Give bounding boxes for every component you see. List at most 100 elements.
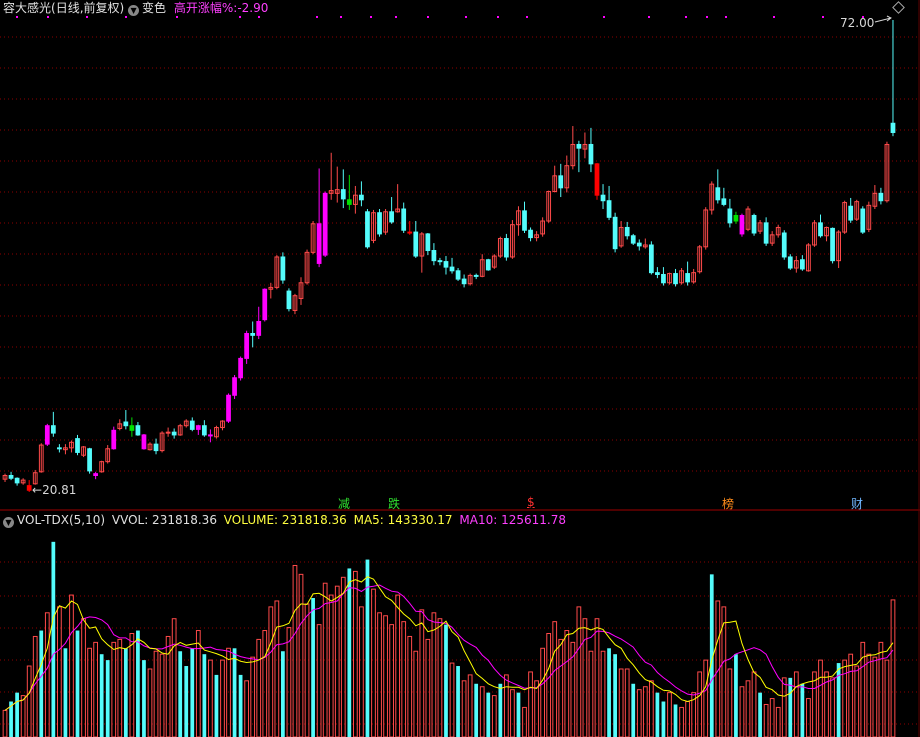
candle-body [606, 200, 612, 218]
candle-body [727, 208, 733, 224]
volume-bar [745, 680, 751, 737]
volume-bar [631, 683, 636, 737]
volume-bar [479, 686, 485, 737]
event-marker-list[interactable]: 榜 [722, 495, 734, 512]
candle-body [781, 232, 787, 258]
period-label: (日线,前复权) [51, 1, 125, 15]
volume-bar [564, 630, 570, 737]
signal-dot [773, 16, 775, 18]
volume-bar [763, 703, 769, 737]
volume-bar [498, 683, 503, 737]
volume-bar [208, 659, 213, 737]
volume-bar [195, 630, 201, 737]
candle-body [75, 438, 80, 453]
volume-bar [534, 680, 539, 737]
candle-body [171, 431, 177, 436]
signal-dot [176, 16, 178, 18]
candle-body [153, 443, 159, 452]
candle-body [141, 434, 147, 450]
candle-body [473, 274, 479, 277]
candle-body [238, 357, 243, 379]
volume-bar [81, 618, 86, 737]
candle-body [226, 394, 231, 422]
candle-body [799, 259, 805, 270]
signal-dot [526, 16, 528, 18]
volume-bar [268, 606, 274, 737]
event-marker-dollar[interactable]: $ [527, 495, 535, 509]
volume-bar [679, 706, 684, 737]
volume-bar [800, 683, 805, 737]
signal-dot [16, 16, 18, 18]
volume-bar [751, 671, 757, 737]
ma5-value: MA5: 143330.17 [353, 513, 453, 527]
candle-body [787, 256, 793, 269]
volume-bar [111, 641, 117, 737]
signal-dot [340, 16, 342, 18]
dropdown-icon[interactable]: ▼ [128, 5, 140, 16]
volume-bar [419, 609, 425, 737]
volume-header: ▼ VOL-TDX(5,10) VVOL: 231818.36 VOLUME: 2… [3, 513, 566, 528]
volume-bar [793, 671, 799, 737]
volume-bar [371, 588, 376, 737]
volume-bar [739, 686, 745, 737]
candle-body [733, 214, 739, 222]
volume-indicator-name[interactable]: VOL-TDX(5,10) [17, 513, 105, 527]
stock-chart-canvas[interactable] [0, 0, 920, 737]
volume-bar [697, 671, 703, 737]
chart-header: 容大感光(日线,前复权) ▼ 变色 高开涨幅%:-2.90 [3, 1, 268, 16]
candle-body [594, 163, 600, 196]
volume-bar [147, 668, 153, 737]
candle-body [346, 199, 352, 205]
candle-body [135, 425, 141, 436]
volume-bar [636, 689, 642, 737]
signal-dot [465, 16, 467, 18]
volume-bar [667, 692, 672, 737]
signal-dot [822, 16, 824, 18]
vvol-value: VVOL: 231818.36 [111, 513, 217, 527]
signal-dot [648, 16, 650, 18]
candle-body [588, 143, 594, 165]
volume-bar [830, 677, 835, 737]
candle-body [739, 214, 745, 235]
volume-bar [642, 686, 648, 737]
volume-bar [274, 600, 280, 737]
indicator-name[interactable]: 变色 [142, 1, 166, 15]
volume-bar [673, 704, 678, 737]
candle-body [129, 425, 135, 431]
signal-dot [603, 16, 605, 18]
signal-dot [497, 16, 499, 18]
candle-body [111, 429, 117, 450]
volume-bar [220, 659, 225, 737]
candle-body [449, 266, 455, 272]
candle-body [431, 250, 437, 262]
volume-bar [848, 653, 854, 737]
volume-bar [328, 594, 334, 737]
volume-bar [624, 668, 630, 737]
event-marker-drop[interactable]: 跌 [388, 495, 400, 512]
event-marker-reduce[interactable]: 减 [338, 495, 350, 512]
volume-bar [44, 612, 50, 737]
volume-bar [316, 624, 322, 737]
volume-bar [552, 621, 558, 737]
volume-bar [159, 653, 165, 737]
volume-bar [298, 573, 304, 737]
candle-body [558, 175, 564, 189]
candle-body [522, 210, 527, 231]
event-marker-finance[interactable]: 财 [851, 495, 863, 512]
volume-bar [727, 668, 733, 737]
volume-bar [117, 638, 123, 737]
volume-bar [769, 698, 775, 737]
volume-bar [178, 651, 183, 737]
volume-bar [504, 674, 509, 737]
volume-bar [395, 594, 401, 737]
candle-body [93, 473, 99, 476]
volume-bar [613, 654, 617, 737]
volume-bar [407, 635, 413, 737]
dropdown-icon[interactable]: ▼ [3, 517, 14, 528]
volume-bar [123, 648, 128, 737]
volume-bar [456, 666, 460, 737]
volume-bar [171, 618, 177, 737]
volume-bar [594, 618, 600, 737]
candle-body [250, 332, 256, 336]
volume-bar [69, 594, 74, 737]
